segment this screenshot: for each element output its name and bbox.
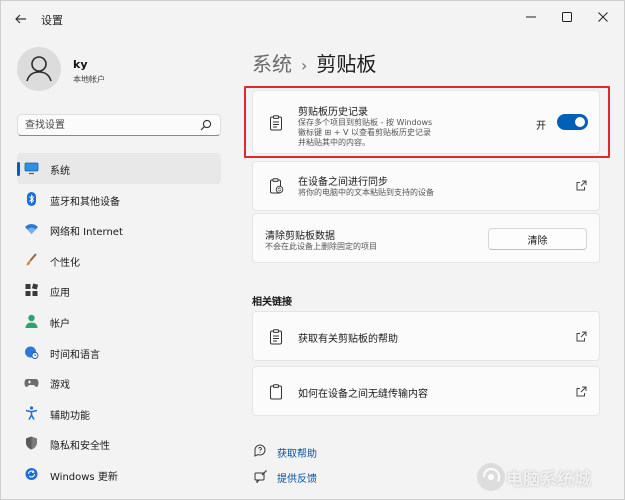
user-account-type: 本地帐户 — [73, 75, 105, 84]
page-title: 剪贴板 — [316, 52, 377, 76]
settings-window: 设置 ky 本地帐户 查找设置 系统 蓝牙和其他设备 网络和 Internet … — [0, 0, 625, 500]
sidebar-item-personalization[interactable]: 个性化 — [17, 245, 221, 276]
related-links-heading: 相关链接 — [252, 297, 292, 308]
external-link-icon — [576, 331, 587, 342]
external-link-icon — [576, 180, 587, 191]
sidebar-item-label: 时间和语言 — [50, 349, 100, 361]
search-input[interactable] — [25, 118, 195, 132]
related-link-transfer-content[interactable]: 如何在设备之间无缝传输内容 — [252, 366, 600, 416]
sidebar-item-privacy[interactable]: 隐私和安全性 — [17, 428, 221, 459]
close-button[interactable] — [585, 7, 621, 27]
minimize-icon — [526, 16, 536, 18]
sync-title: 在设备之间进行同步 — [298, 177, 388, 188]
update-icon — [25, 467, 38, 480]
back-button[interactable] — [9, 9, 33, 29]
wifi-icon — [25, 224, 38, 235]
sidebar-item-label: 网络和 Internet — [50, 227, 123, 239]
sidebar-item-label: 系统 — [50, 166, 70, 177]
clipboard-sync-icon — [270, 178, 284, 194]
sidebar-item-apps[interactable]: 应用 — [17, 275, 221, 306]
breadcrumb-separator: › — [301, 56, 308, 75]
sync-card[interactable]: 在设备之间进行同步 将你的电脑中的文本粘贴到支持的设备 — [252, 161, 600, 211]
sidebar-item-accessibility[interactable]: 辅助功能 — [17, 398, 221, 429]
breadcrumb: 系统 › 剪贴板 — [252, 48, 376, 77]
sidebar-item-label: 个性化 — [50, 257, 80, 269]
related-link-label: 获取有关剪贴板的帮助 — [298, 334, 398, 345]
sidebar-item-bluetooth[interactable]: 蓝牙和其他设备 — [17, 184, 221, 215]
clear-data-title: 清除剪贴板数据 — [265, 231, 335, 242]
search-icon[interactable] — [199, 118, 213, 132]
sidebar-item-accounts[interactable]: 帐户 — [17, 306, 221, 337]
sidebar-item-time-language[interactable]: 时间和语言 — [17, 337, 221, 368]
breadcrumb-parent[interactable]: 系统 — [252, 52, 292, 76]
help-chat-icon — [254, 444, 266, 457]
close-icon — [598, 12, 608, 22]
back-arrow-icon — [15, 14, 26, 24]
clear-button[interactable]: 清除 — [488, 228, 587, 250]
avatar[interactable] — [17, 47, 61, 91]
sidebar-item-label: 辅助功能 — [50, 410, 90, 422]
sidebar-item-system[interactable]: 系统 — [17, 153, 221, 184]
sidebar-item-windows-update[interactable]: Windows 更新 — [17, 459, 221, 490]
sidebar-item-gaming[interactable]: 游戏 — [17, 367, 221, 398]
sidebar-item-label: Windows 更新 — [50, 471, 118, 483]
apps-icon — [25, 283, 39, 297]
sidebar-item-network[interactable]: 网络和 Internet — [17, 214, 221, 245]
maximize-icon — [562, 12, 572, 22]
sidebar-item-label: 蓝牙和其他设备 — [50, 196, 120, 208]
person-avatar-icon — [26, 56, 52, 82]
person-icon — [25, 314, 38, 328]
search-box[interactable] — [17, 114, 221, 136]
feedback-text[interactable]: 提供反馈 — [277, 470, 317, 485]
brush-icon — [26, 253, 37, 266]
external-link-icon — [576, 386, 587, 397]
bluetooth-icon — [27, 191, 36, 206]
clipboard-icon — [270, 384, 282, 400]
sidebar-item-label: 游戏 — [50, 380, 70, 392]
sync-desc: 将你的电脑中的文本粘贴到支持的设备 — [298, 188, 434, 197]
user-name: ky — [73, 58, 88, 71]
clear-data-desc: 不会在此设备上删除固定的项目 — [265, 242, 377, 251]
sidebar-item-label: 应用 — [50, 288, 70, 300]
clipboard-icon — [270, 329, 282, 345]
title-bar: 设置 — [1, 1, 625, 37]
watermark-text: 电脑系统城 — [506, 470, 591, 490]
related-link-label: 如何在设备之间无缝传输内容 — [298, 389, 428, 400]
sidebar-nav: 系统 蓝牙和其他设备 网络和 Internet 个性化 应用 帐户 时间和语言 … — [17, 153, 221, 490]
shield-icon — [26, 436, 37, 450]
window-title: 设置 — [41, 14, 63, 27]
sidebar-item-label: 帐户 — [50, 318, 70, 330]
gamepad-icon — [24, 379, 39, 388]
feedback-icon — [254, 470, 267, 483]
monitor-icon — [24, 162, 39, 175]
related-link-clipboard-help[interactable]: 获取有关剪贴板的帮助 — [252, 311, 600, 361]
maximize-button[interactable] — [549, 7, 585, 27]
sidebar-item-label: 隐私和安全性 — [50, 441, 110, 453]
get-help-text[interactable]: 获取帮助 — [277, 445, 317, 460]
globe-clock-icon — [25, 346, 39, 359]
minimize-button[interactable] — [513, 7, 549, 27]
accessibility-icon — [25, 406, 38, 420]
highlight-box — [244, 86, 610, 158]
